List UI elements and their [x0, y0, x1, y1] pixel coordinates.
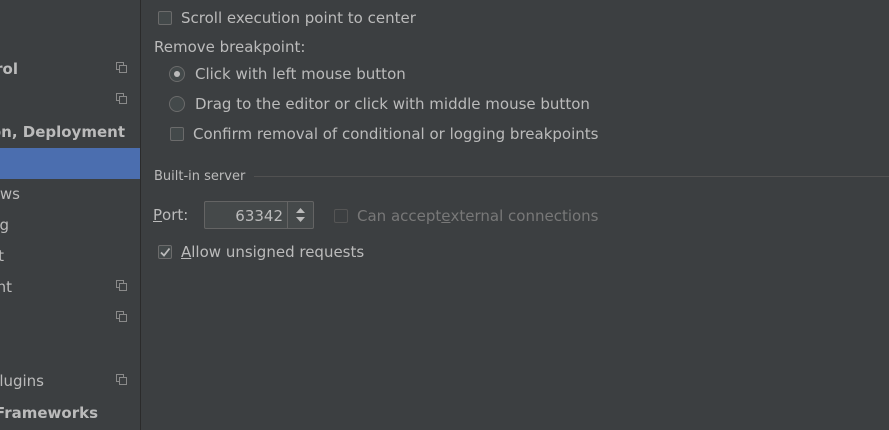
allow-unsigned-option[interactable]: Allow unsigned requests	[158, 242, 364, 262]
external-post: xternal connections	[450, 207, 599, 225]
tree-item-label: nt	[0, 277, 12, 296]
port-spinner[interactable]: 63342	[204, 201, 314, 229]
left-click-label: Click with left mouse button	[195, 65, 406, 83]
tree-item[interactable]	[0, 334, 140, 365]
tree-item-data-views[interactable]: ws	[0, 178, 140, 209]
tree-item[interactable]	[0, 302, 140, 333]
tree-item-label: g	[0, 215, 9, 234]
drag-label: Drag to the editor or click with middle …	[195, 95, 590, 113]
project-scope-icon	[116, 374, 127, 385]
external-pre: Can accept	[357, 207, 442, 225]
tree-item-build-execution-deployment[interactable]: ion, Deployment	[0, 116, 140, 147]
tree-item-label: ion, Deployment	[0, 122, 125, 141]
tree-item-version-control[interactable]: rol	[0, 53, 140, 84]
tree-item-label: ws	[0, 184, 20, 203]
tree-item-languages-frameworks[interactable]: Frameworks	[0, 397, 140, 428]
scroll-center-option[interactable]: Scroll execution point to center	[158, 8, 416, 28]
tree-item-label: Frameworks	[0, 403, 98, 422]
external-connections-option[interactable]: Can accept e xternal connections	[334, 206, 599, 226]
tree-item-label: rol	[0, 59, 18, 78]
tree-item-hotswap[interactable]: t	[0, 240, 140, 271]
unsigned-mnemonic: A	[181, 243, 192, 261]
external-connections-checkbox[interactable]	[334, 209, 348, 223]
scroll-center-checkbox[interactable]	[158, 11, 172, 25]
spinner-arrows-icon	[296, 208, 305, 222]
allow-unsigned-checkbox[interactable]	[158, 245, 172, 259]
tree-item-required-plugins[interactable]: lugins	[0, 365, 140, 396]
scroll-center-label: Scroll execution point to center	[181, 9, 416, 27]
section-separator	[254, 176, 889, 177]
project-scope-icon	[116, 311, 127, 322]
port-label: Port:	[153, 205, 188, 225]
port-mnemonic: P	[153, 206, 163, 224]
project-scope-icon	[116, 93, 127, 104]
project-scope-icon	[116, 280, 127, 291]
unsigned-label: llow unsigned requests	[191, 243, 365, 261]
remove-breakpoint-label: Remove breakpoint:	[154, 38, 306, 56]
port-label-text: ort:	[162, 206, 189, 224]
tree-item-label: lugins	[0, 371, 44, 390]
project-scope-icon	[116, 62, 127, 73]
tree-item-deployment[interactable]: nt	[0, 271, 140, 302]
remove-breakpoint-heading: Remove breakpoint:	[154, 37, 305, 57]
drag-radio[interactable]	[169, 96, 185, 112]
tree-item-debugger[interactable]	[0, 148, 140, 179]
confirm-removal-checkbox[interactable]	[170, 127, 184, 141]
tree-item-stepping[interactable]: g	[0, 209, 140, 240]
confirm-removal-label: Confirm removal of conditional or loggin…	[193, 125, 599, 143]
port-value: 63342	[235, 207, 283, 225]
checkmark-icon	[160, 247, 171, 257]
radio-drag-option[interactable]: Drag to the editor or click with middle …	[169, 94, 590, 114]
left-click-radio[interactable]	[169, 66, 185, 82]
confirm-removal-option[interactable]: Confirm removal of conditional or loggin…	[170, 124, 598, 144]
radio-selected-dot	[174, 71, 180, 77]
settings-tree: rol ion, Deployment ws g t nt lugins Fra…	[0, 0, 141, 430]
debugger-settings-panel: Scroll execution point to center Remove …	[141, 0, 889, 430]
radio-left-click-option[interactable]: Click with left mouse button	[169, 64, 406, 84]
external-mnemonic: e	[441, 207, 451, 225]
built-in-server-title: Built-in server	[154, 169, 246, 184]
tree-item-label: t	[0, 247, 4, 265]
port-spinner-arrows[interactable]	[287, 202, 313, 228]
tree-item[interactable]	[0, 84, 140, 115]
